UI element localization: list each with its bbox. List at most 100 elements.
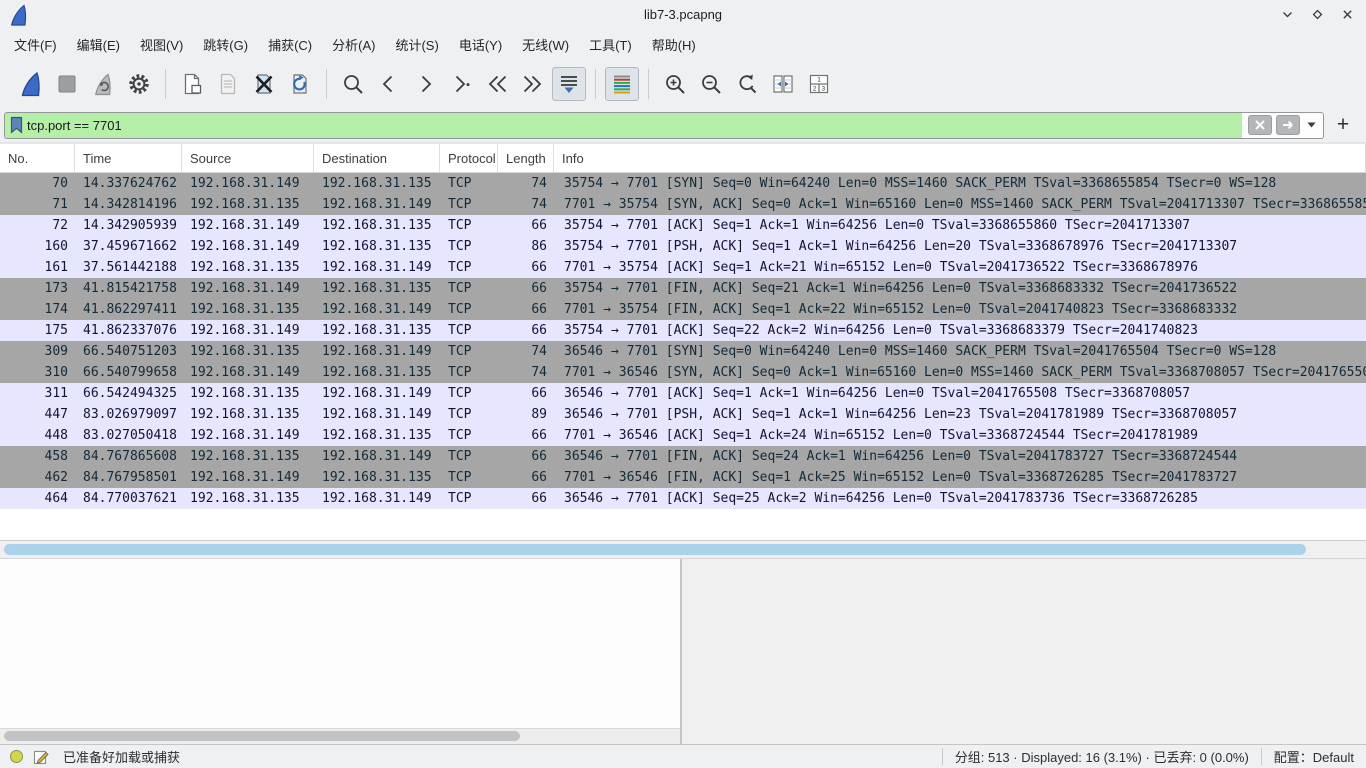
close-button[interactable]: [1340, 8, 1354, 22]
colorize-icon[interactable]: [605, 67, 639, 101]
packet-row[interactable]: 16137.561442188192.168.31.135192.168.31.…: [0, 257, 1366, 278]
profile-selector[interactable]: 配置：Default: [1274, 747, 1354, 766]
expert-info-icon[interactable]: [10, 750, 23, 763]
cell-time: 84.767958501: [75, 467, 182, 488]
menu-statistics[interactable]: 统计(S): [385, 30, 448, 59]
cell-time: 14.342905939: [75, 215, 182, 236]
column-header-no[interactable]: No.: [0, 144, 75, 172]
cell-destination: 192.168.31.149: [314, 446, 440, 467]
column-header-time[interactable]: Time: [75, 144, 182, 172]
packet-details-pane[interactable]: [0, 559, 682, 744]
menu-tools[interactable]: 工具(T): [579, 30, 642, 59]
packet-row[interactable]: 17541.862337076192.168.31.149192.168.31.…: [0, 320, 1366, 341]
menu-telephony[interactable]: 电话(Y): [449, 30, 512, 59]
cell-protocol: TCP: [440, 404, 498, 425]
go-forward-icon[interactable]: [408, 67, 442, 101]
menu-wireless[interactable]: 无线(W): [512, 30, 579, 59]
cell-time: 84.770037621: [75, 488, 182, 509]
zoom-reset-icon[interactable]: [730, 67, 764, 101]
filter-bookmark-icon[interactable]: [5, 116, 27, 134]
last-packet-icon[interactable]: [516, 67, 550, 101]
display-filter-input[interactable]: [27, 113, 1242, 138]
details-hscrollbar[interactable]: [0, 728, 680, 744]
cell-destination: 192.168.31.135: [314, 173, 440, 194]
details-hscrollbar-thumb[interactable]: [4, 731, 520, 741]
packet-row[interactable]: 7214.342905939192.168.31.149192.168.31.1…: [0, 215, 1366, 236]
cell-no: 71: [0, 194, 75, 215]
restart-capture-icon[interactable]: [86, 67, 120, 101]
cell-no: 175: [0, 320, 75, 341]
menu-view[interactable]: 视图(V): [130, 30, 193, 59]
open-file-icon[interactable]: [175, 67, 209, 101]
layout-chooser-icon[interactable]: 123: [802, 67, 836, 101]
menu-analyze[interactable]: 分析(A): [322, 30, 385, 59]
column-header-protocol[interactable]: Protocol: [440, 144, 498, 172]
cell-protocol: TCP: [440, 488, 498, 509]
first-packet-icon[interactable]: [480, 67, 514, 101]
cell-no: 160: [0, 236, 75, 257]
close-file-icon[interactable]: [247, 67, 281, 101]
packet-row[interactable]: 44883.027050418192.168.31.149192.168.31.…: [0, 425, 1366, 446]
packet-row[interactable]: 46484.770037621192.168.31.135192.168.31.…: [0, 488, 1366, 509]
packet-row[interactable]: 45884.767865608192.168.31.135192.168.31.…: [0, 446, 1366, 467]
auto-scroll-icon[interactable]: [552, 67, 586, 101]
find-packet-icon[interactable]: [336, 67, 370, 101]
packet-row[interactable]: 7114.342814196192.168.31.135192.168.31.1…: [0, 194, 1366, 215]
packet-bytes-pane[interactable]: [682, 559, 1366, 744]
clear-filter-icon[interactable]: [1248, 115, 1272, 135]
add-filter-button[interactable]: +: [1330, 113, 1356, 137]
column-header-length[interactable]: Length: [498, 144, 554, 172]
packet-row[interactable]: 31166.542494325192.168.31.135192.168.31.…: [0, 383, 1366, 404]
cell-protocol: TCP: [440, 194, 498, 215]
packet-row[interactable]: 30966.540751203192.168.31.135192.168.31.…: [0, 341, 1366, 362]
packet-row[interactable]: 17341.815421758192.168.31.149192.168.31.…: [0, 278, 1366, 299]
cell-length: 66: [498, 488, 554, 509]
hscrollbar-thumb[interactable]: [4, 544, 1306, 555]
menu-capture[interactable]: 捕获(C): [258, 30, 322, 59]
start-capture-icon[interactable]: [14, 67, 48, 101]
stop-capture-icon[interactable]: [50, 67, 84, 101]
capture-comment-icon[interactable]: [33, 749, 49, 765]
packet-row[interactable]: 16037.459671662192.168.31.149192.168.31.…: [0, 236, 1366, 257]
go-to-packet-icon[interactable]: [444, 67, 478, 101]
maximize-button[interactable]: [1310, 8, 1324, 22]
packet-row[interactable]: 17441.862297411192.168.31.135192.168.31.…: [0, 299, 1366, 320]
cell-time: 37.459671662: [75, 236, 182, 257]
column-header-destination[interactable]: Destination: [314, 144, 440, 172]
capture-options-icon[interactable]: [122, 67, 156, 101]
go-back-icon[interactable]: [372, 67, 406, 101]
cell-protocol: TCP: [440, 236, 498, 257]
cell-no: 310: [0, 362, 75, 383]
cell-info: 36546 → 7701 [FIN, ACK] Seq=24 Ack=1 Win…: [554, 446, 1366, 467]
cell-time: 83.026979097: [75, 404, 182, 425]
zoom-out-icon[interactable]: [694, 67, 728, 101]
layout-number-2: 2: [813, 85, 817, 92]
menu-help[interactable]: 帮助(H): [642, 30, 706, 59]
zoom-in-icon[interactable]: [658, 67, 692, 101]
column-header-source[interactable]: Source: [182, 144, 314, 172]
menu-go[interactable]: 跳转(G): [193, 30, 258, 59]
menu-file[interactable]: 文件(F): [4, 30, 67, 59]
column-header-info[interactable]: Info: [554, 144, 1366, 172]
packet-row[interactable]: 46284.767958501192.168.31.149192.168.31.…: [0, 467, 1366, 488]
cell-info: 7701 → 36546 [SYN, ACK] Seq=0 Ack=1 Win=…: [554, 362, 1366, 383]
save-file-icon[interactable]: [211, 67, 245, 101]
cell-time: 66.540751203: [75, 341, 182, 362]
packet-list-hscrollbar[interactable]: [0, 540, 1366, 559]
reload-file-icon[interactable]: [283, 67, 317, 101]
cell-protocol: TCP: [440, 320, 498, 341]
cell-source: 192.168.31.135: [182, 488, 314, 509]
cell-info: 7701 → 35754 [SYN, ACK] Seq=0 Ack=1 Win=…: [554, 194, 1366, 215]
packet-row[interactable]: 44783.026979097192.168.31.135192.168.31.…: [0, 404, 1366, 425]
display-filter-field[interactable]: [4, 112, 1324, 139]
cell-length: 66: [498, 320, 554, 341]
packet-row[interactable]: 31066.540799658192.168.31.149192.168.31.…: [0, 362, 1366, 383]
cell-destination: 192.168.31.149: [314, 341, 440, 362]
packet-row[interactable]: 7014.337624762192.168.31.149192.168.31.1…: [0, 173, 1366, 194]
cell-protocol: TCP: [440, 446, 498, 467]
menu-edit[interactable]: 编辑(E): [67, 30, 130, 59]
minimize-button[interactable]: [1280, 8, 1294, 22]
apply-filter-icon[interactable]: [1276, 115, 1300, 135]
resize-columns-icon[interactable]: [766, 67, 800, 101]
filter-dropdown-icon[interactable]: [1304, 115, 1318, 135]
